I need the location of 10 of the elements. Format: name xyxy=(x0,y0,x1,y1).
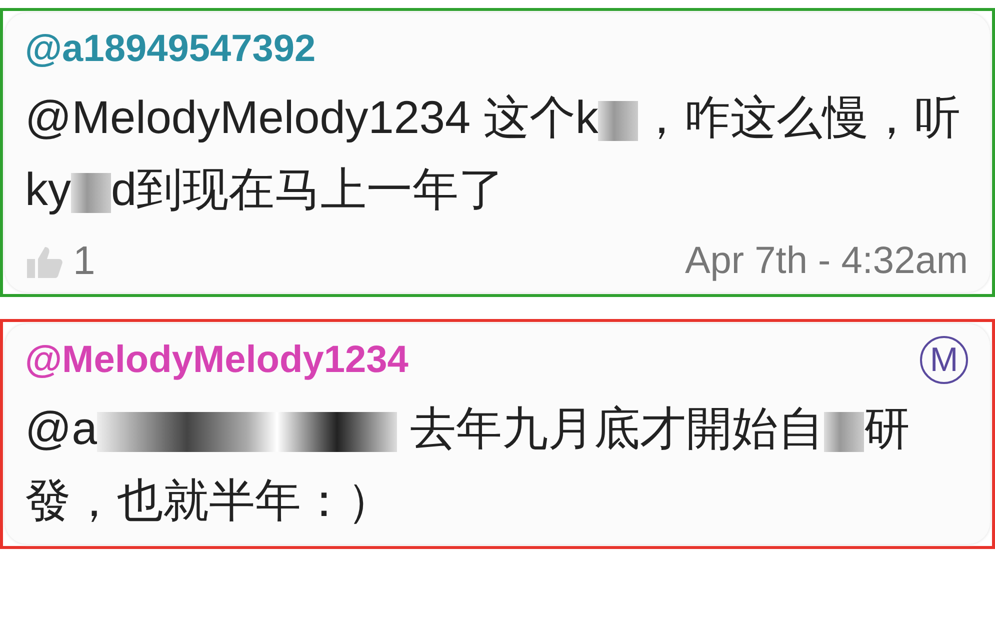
like-count: 1 xyxy=(73,239,96,284)
blur-patch xyxy=(824,412,864,452)
author-name[interactable]: @MelodyMelody1234 xyxy=(25,338,408,382)
comment-text: @MelodyMelody1234 这个k ，咋这么慢，听ky d到现在马上一年了 xyxy=(25,90,962,217)
comment-text: @a 去年九月底才開始自 研發，也就半年：） xyxy=(25,401,912,528)
blur-patch xyxy=(598,100,638,141)
author-name[interactable]: @a18949547392 xyxy=(25,28,316,70)
comment-time: Apr 7th - 4:32am xyxy=(684,240,968,283)
moderator-badge: M xyxy=(920,336,968,384)
blur-patch xyxy=(71,172,111,213)
